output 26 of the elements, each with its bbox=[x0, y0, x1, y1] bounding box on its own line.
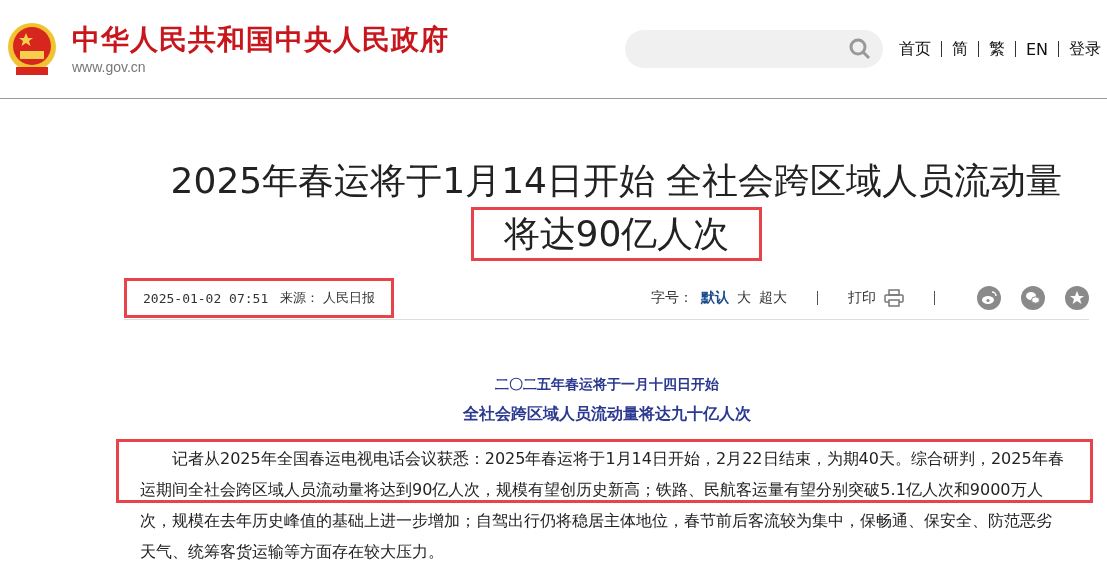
font-size-label: 字号： bbox=[651, 289, 693, 307]
nav-link[interactable]: 繁 bbox=[988, 38, 1005, 60]
source-name: 人民日报 bbox=[323, 289, 376, 307]
font-size-option[interactable]: 默认 bbox=[701, 289, 729, 307]
font-size-option[interactable]: 大 bbox=[737, 289, 751, 307]
publish-date: 2025-01-02 07:51 bbox=[143, 290, 269, 306]
article-subtitle: 二〇二五年春运将于一月十四日开始 bbox=[493, 376, 720, 394]
search-field[interactable] bbox=[624, 30, 883, 68]
nav-link[interactable]: 简 bbox=[951, 38, 968, 60]
search-icon[interactable] bbox=[848, 38, 871, 60]
source-label: 来源： bbox=[280, 289, 320, 307]
article-paragraph: 记者从2025年全国春运电视电话会议获悉：2025年春运将于1月14日开始，2月22日结束，为期40天。综合研判，2025年春运期间全社会跨区域人员流动量将达到90亿人次，规模有望创历史新高；铁路、民航客运量有望分别突破5.1亿人次和9000万人次，规模在去年历史峰值的基础上进一步增加；自驾出行仍将稳居主体地位，春节前后客流较为集中，保畅通、保安全、防范恶劣天气、统筹客货运输等方面存在较大压力。 bbox=[139, 448, 1065, 563]
printer-icon[interactable] bbox=[884, 289, 904, 307]
site-url: www.gov.cn bbox=[72, 59, 147, 75]
star-favorite-icon[interactable] bbox=[1065, 286, 1089, 310]
font-size-option[interactable]: 超大 bbox=[759, 289, 787, 307]
nav-link[interactable]: 首页 bbox=[898, 38, 931, 60]
nav-link[interactable]: EN bbox=[1025, 39, 1048, 59]
article-title-line: 2025年春运将于1月14日开始 全社会跨区域人员流动量 bbox=[170, 159, 1063, 203]
weibo-share-icon[interactable] bbox=[977, 286, 1001, 310]
site-name: 中华人民共和国中央人民政府 bbox=[72, 23, 449, 57]
nav-link[interactable]: 登录 bbox=[1069, 38, 1101, 60]
emblem-icon bbox=[6, 21, 58, 77]
article-subtitle: 全社会跨区域人员流动量将达九十亿人次 bbox=[461, 404, 752, 425]
wechat-share-icon[interactable] bbox=[1021, 286, 1045, 310]
print-link[interactable]: 打印 bbox=[848, 289, 876, 307]
